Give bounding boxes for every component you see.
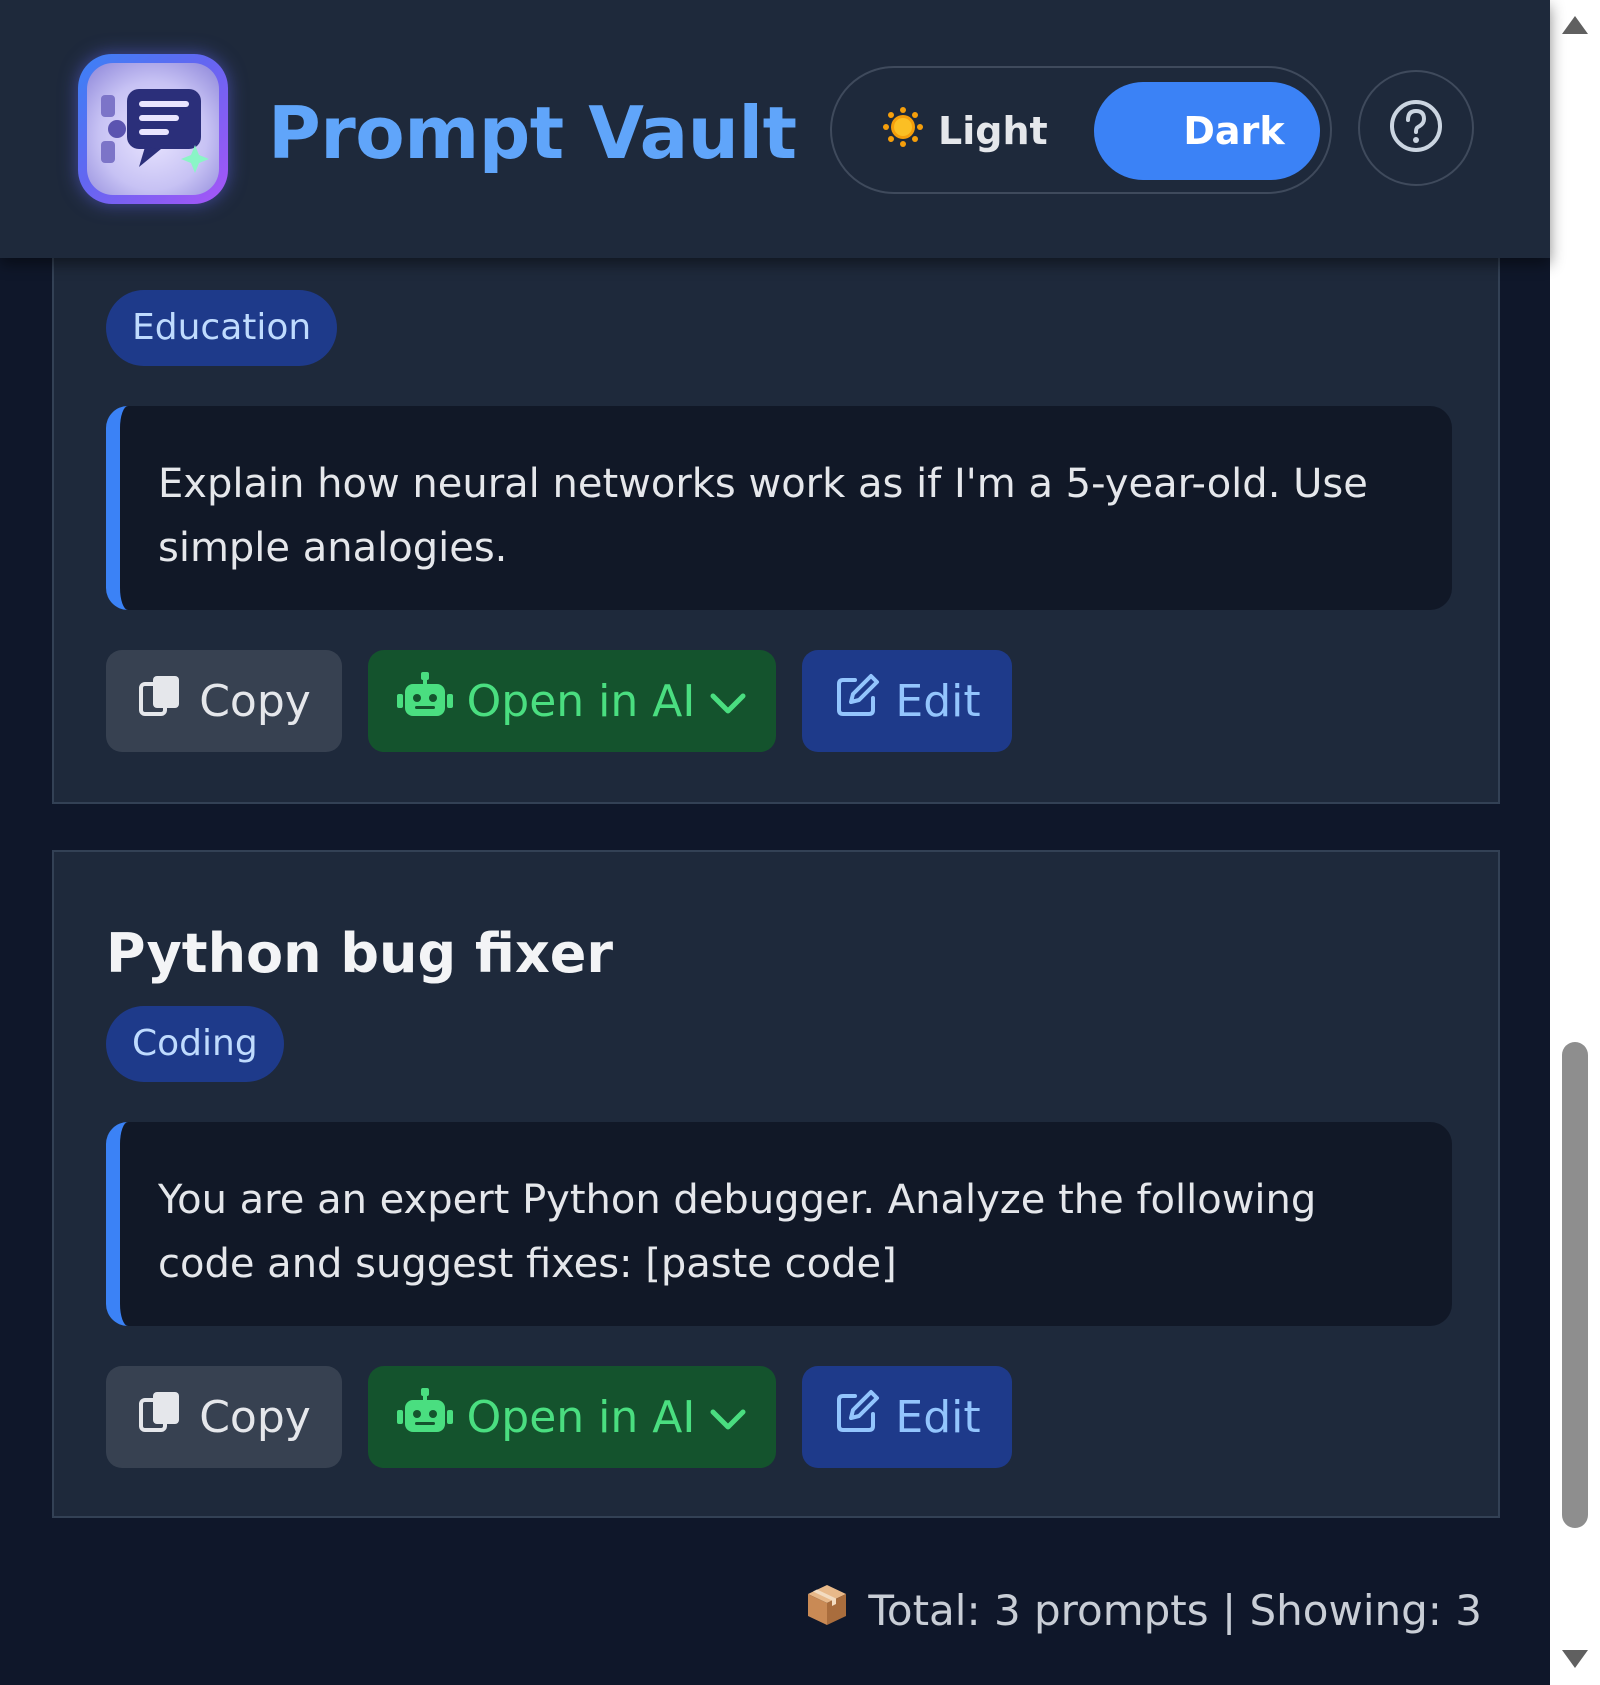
open-in-ai-button[interactable]: Open in AI <box>368 650 776 752</box>
copy-icon <box>137 672 185 731</box>
vault-chat-logo-icon <box>78 54 228 204</box>
theme-light-label: Light <box>938 109 1048 153</box>
edit-label: Edit <box>895 1391 981 1443</box>
app-title: Prompt Vault <box>268 91 797 175</box>
theme-light-button[interactable]: Light <box>882 96 1048 166</box>
moon-icon <box>1129 107 1169 156</box>
package-icon <box>804 1582 850 1638</box>
category-badge[interactable]: Education <box>106 290 338 366</box>
footer-status-text: Total: 3 prompts | Showing: 3 <box>868 1585 1482 1635</box>
prompt-text: You are an expert Python debugger. Analy… <box>106 1122 1452 1326</box>
copy-label: Copy <box>199 1391 311 1443</box>
prompt-card: Python bug fixer Coding You are an exper… <box>52 850 1500 1518</box>
category-badge[interactable]: Coding <box>106 1006 284 1082</box>
edit-label: Edit <box>895 675 981 727</box>
chevron-down-icon <box>709 676 747 727</box>
copy-button[interactable]: Copy <box>106 650 342 752</box>
open-in-ai-label: Open in AI <box>466 675 696 727</box>
chevron-down-icon <box>709 1392 747 1443</box>
app-header: Prompt Vault Light Dark <box>0 0 1550 258</box>
theme-toggle: Light Dark <box>830 66 1332 194</box>
theme-dark-label: Dark <box>1183 109 1285 153</box>
open-in-ai-button[interactable]: Open in AI <box>368 1366 776 1468</box>
footer-status: Total: 3 prompts | Showing: 3 <box>804 1582 1482 1638</box>
scroll-down-arrow-icon[interactable] <box>1560 1648 1590 1674</box>
prompt-card: Education Explain how neural networks wo… <box>52 200 1500 804</box>
help-icon <box>1388 98 1444 158</box>
theme-dark-button[interactable]: Dark <box>1094 82 1320 180</box>
robot-icon <box>396 671 453 731</box>
edit-button[interactable]: Edit <box>802 1366 1012 1468</box>
copy-button[interactable]: Copy <box>106 1366 342 1468</box>
prompt-title: Python bug fixer <box>106 922 614 985</box>
open-in-ai-label: Open in AI <box>466 1391 696 1443</box>
edit-icon <box>833 672 881 731</box>
copy-label: Copy <box>199 675 311 727</box>
help-button[interactable] <box>1358 70 1474 186</box>
edit-icon <box>833 1388 881 1447</box>
edit-button[interactable]: Edit <box>802 650 1012 752</box>
prompt-text: Explain how neural networks work as if I… <box>106 406 1452 610</box>
copy-icon <box>137 1388 185 1447</box>
scroll-up-arrow-icon[interactable] <box>1560 14 1590 40</box>
scrollbar-thumb[interactable] <box>1562 1042 1588 1528</box>
vertical-scrollbar[interactable] <box>1550 0 1600 1685</box>
sun-icon <box>882 106 924 157</box>
robot-icon <box>396 1387 453 1447</box>
